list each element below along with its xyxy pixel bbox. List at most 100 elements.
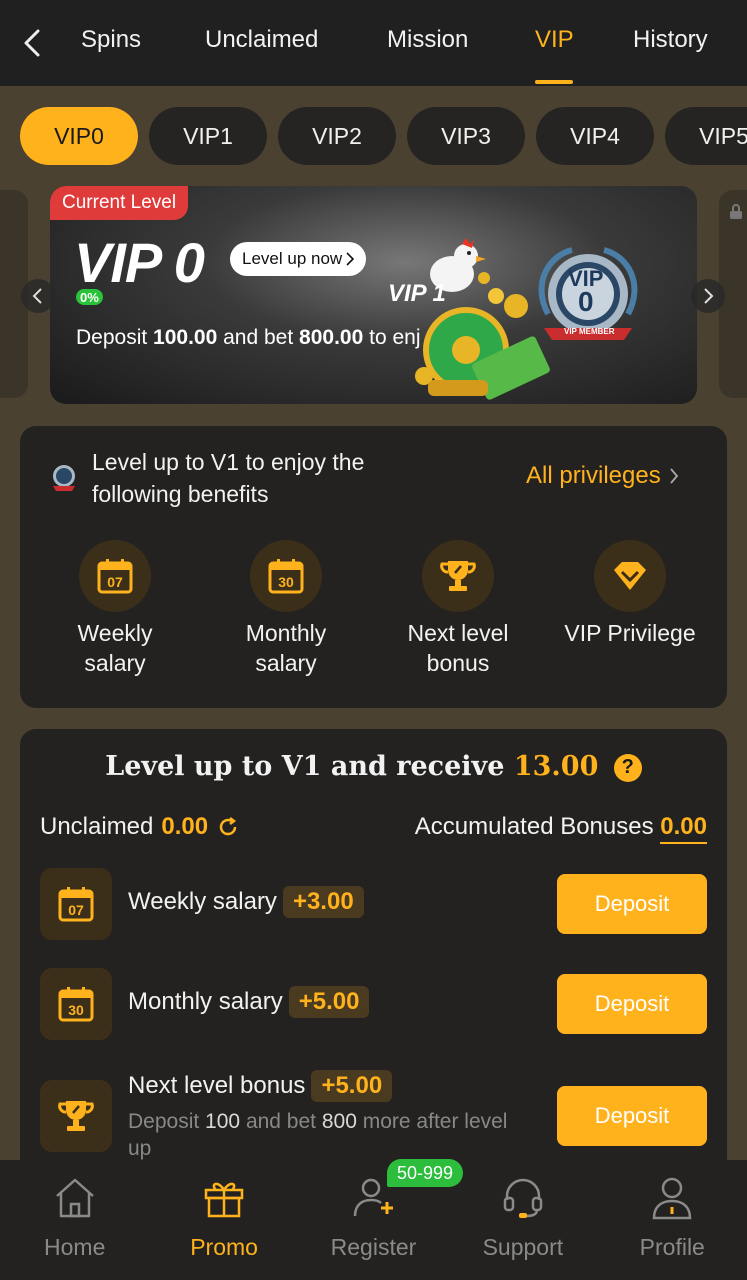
back-button[interactable]	[0, 0, 64, 86]
level-up-now-label: Level up now	[242, 249, 343, 268]
calendar-day: 30	[68, 1002, 84, 1018]
bottom-tab-support[interactable]: Support	[448, 1160, 597, 1280]
medal-ribbon-text: VIP MEMBER	[564, 327, 615, 336]
rewards-title-text: Level up to V1 and receive	[105, 751, 505, 782]
pill-vip4[interactable]: VIP4	[536, 107, 654, 165]
active-tab-indicator	[535, 80, 573, 84]
tab-history[interactable]: History	[633, 26, 708, 54]
benefit-label: Weekly salary	[77, 620, 153, 676]
bottom-tab-profile[interactable]: Profile	[598, 1160, 747, 1280]
banner-requirement: Deposit 100.00 and bet 800.00 to enj	[76, 326, 421, 350]
diamond-icon	[614, 562, 646, 590]
pill-vip0[interactable]: VIP0	[20, 107, 138, 165]
deposit-button[interactable]: Deposit	[557, 874, 707, 934]
unclaimed-label: Unclaimed	[40, 813, 154, 840]
benefit-vip-privilege: VIP Privilege	[545, 540, 715, 648]
pill-vip5[interactable]: VIP5	[665, 107, 747, 165]
rewards-title: Level up to V1 and receive 13.00 ?	[20, 751, 727, 782]
reward-row-monthly: 30 Monthly salary +5.00 Deposit	[40, 968, 707, 1040]
bet-amount: 800.00	[299, 326, 364, 349]
calendar-07-icon: 07	[58, 887, 94, 922]
profile-icon	[652, 1177, 692, 1220]
pill-vip3[interactable]: VIP3	[407, 107, 525, 165]
chevron-right-icon	[670, 468, 678, 484]
benefit-label: Monthly salary	[245, 620, 327, 676]
benefit-monthly-salary: 30 Monthly salary	[201, 540, 371, 678]
rewards-card: Level up to V1 and receive 13.00 ? Uncla…	[20, 729, 727, 1169]
progress-percent: 0%	[76, 289, 103, 305]
trophy-icon	[440, 561, 476, 591]
chevron-right-icon	[346, 252, 355, 266]
all-privileges-link[interactable]: All privileges	[526, 462, 679, 490]
trophy-icon	[58, 1101, 94, 1131]
reward-name: Weekly salary +3.00	[128, 886, 364, 918]
benefit-next-level-bonus: Next level bonus	[373, 540, 543, 678]
bottom-tab-label: Home	[44, 1234, 106, 1260]
accumulated-bonuses: Accumulated Bonuses 0.00	[414, 813, 707, 844]
bottom-tab-label: Register	[330, 1234, 417, 1260]
reward-amount: +5.00	[288, 986, 370, 1018]
calendar-30-day: 30	[278, 574, 294, 590]
chevron-left-icon	[32, 288, 42, 304]
deposit-amount: 100.00	[153, 326, 218, 349]
bottom-tab-promo[interactable]: Promo	[149, 1160, 298, 1280]
reward-name: Next level bonus +5.00	[128, 1070, 393, 1102]
benefits-heading: Level up to V1 to enjoy the following be…	[92, 449, 365, 507]
vip-level-selector: VIP0 VIP1 VIP2 VIP3 VIP4 VIP5	[20, 107, 747, 165]
deposit-button[interactable]: Deposit	[557, 974, 707, 1034]
rewards-title-amount: 13.00	[513, 751, 599, 782]
reward-name-text: Next level bonus	[128, 1072, 306, 1099]
calendar-day: 07	[68, 902, 84, 918]
bottom-tab-bar: Home Promo Register Support Profile	[0, 1160, 747, 1280]
reward-row-next-level: Next level bonus +5.00 Deposit 100 and be…	[40, 1070, 707, 1160]
calendar-30-icon: 30	[268, 559, 304, 594]
tab-unclaimed[interactable]: Unclaimed	[205, 26, 318, 54]
cond-mid: and bet	[245, 1110, 317, 1133]
carousel-next-button[interactable]	[691, 279, 725, 313]
medal-level-number: 0	[578, 286, 594, 317]
benefits-card: Level up to V1 to enjoy the following be…	[20, 426, 727, 708]
reward-condition: Deposit 100 and bet 800 more after level…	[128, 1108, 528, 1162]
home-icon	[55, 1178, 94, 1218]
accumulated-value[interactable]: 0.00	[660, 813, 707, 844]
chevron-left-icon	[24, 29, 40, 57]
desc-prefix: Deposit	[76, 326, 148, 349]
reward-name-text: Monthly salary	[128, 988, 283, 1015]
unclaimed-value: 0.00	[161, 813, 209, 840]
bottom-tab-label: Promo	[190, 1234, 258, 1260]
calendar-30-icon: 30	[58, 987, 94, 1022]
help-icon[interactable]: ?	[613, 753, 642, 782]
calendar-07-day: 07	[107, 574, 123, 590]
desc-mid: and bet	[223, 326, 294, 349]
vip-crest-icon	[53, 465, 75, 491]
bottom-tab-label: Support	[482, 1234, 564, 1260]
register-bonus-badge: 50-999	[387, 1159, 464, 1187]
current-level-badge: Current Level	[50, 186, 189, 220]
cond-deposit: 100	[205, 1110, 241, 1133]
benefit-label: VIP Privilege	[564, 620, 696, 646]
pill-vip2[interactable]: VIP2	[278, 107, 396, 165]
reward-name: Monthly salary +5.00	[128, 986, 370, 1018]
reward-amount: +5.00	[311, 1070, 393, 1102]
reward-name-text: Weekly salary	[128, 888, 277, 915]
tab-spins[interactable]: Spins	[81, 26, 141, 54]
cond-bet: 800	[321, 1110, 357, 1133]
current-level-title: VIP 0	[74, 231, 205, 294]
accumulated-label: Accumulated Bonuses	[414, 813, 654, 840]
refresh-icon[interactable]	[216, 815, 240, 839]
all-privileges-label: All privileges	[526, 462, 661, 489]
benefit-weekly-salary: 07 Weekly salary	[30, 540, 200, 678]
tab-vip[interactable]: VIP	[535, 26, 574, 54]
bottom-tab-home[interactable]: Home	[0, 1160, 149, 1280]
chevron-right-icon	[704, 288, 714, 304]
cond-prefix: Deposit	[128, 1110, 200, 1133]
gift-icon	[204, 1182, 244, 1218]
level-up-now-button[interactable]: Level up now	[230, 242, 367, 276]
deposit-button[interactable]: Deposit	[557, 1086, 707, 1146]
reward-amount: +3.00	[282, 886, 364, 918]
tab-mission[interactable]: Mission	[387, 26, 468, 54]
lock-icon	[730, 204, 742, 219]
carousel-prev-button[interactable]	[21, 279, 55, 313]
current-level-banner: Current Level VIP 0 Level up now 0% VIP …	[50, 186, 697, 404]
pill-vip1[interactable]: VIP1	[149, 107, 267, 165]
